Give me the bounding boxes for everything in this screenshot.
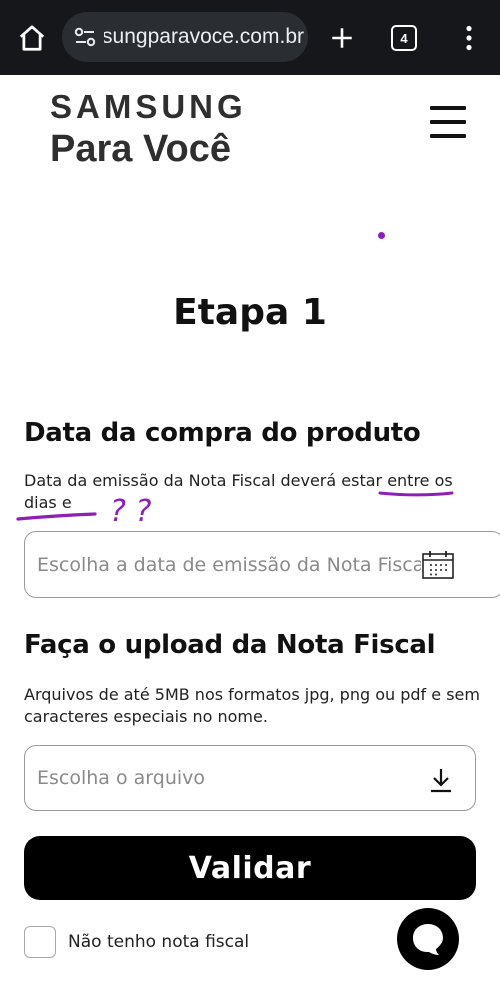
more-vert-icon[interactable] xyxy=(455,20,483,56)
url-text[interactable]: sungparavoce.com.br xyxy=(104,25,304,49)
calendar-icon[interactable] xyxy=(421,550,455,580)
file-placeholder: Escolha o arquivo xyxy=(37,767,206,789)
file-upload-field[interactable]: Escolha o arquivo xyxy=(24,745,476,811)
page-title: Etapa 1 xyxy=(173,292,327,333)
home-icon[interactable] xyxy=(14,20,50,56)
browser-toolbar: sungparavoce.com.br 4 xyxy=(0,0,500,75)
date-placeholder: Escolha a data de emissão da Nota Fiscal xyxy=(37,553,421,576)
section-heading-purchase-date: Data da compra do produto xyxy=(24,418,421,448)
address-bar[interactable]: sungparavoce.com.br xyxy=(62,12,308,62)
chat-icon[interactable] xyxy=(397,908,459,970)
plus-icon[interactable] xyxy=(324,20,360,56)
tab-count: 4 xyxy=(391,25,417,51)
samsung-logo[interactable]: SAMSUNG xyxy=(50,88,247,126)
date-picker-field[interactable]: Escolha a data de emissão da Nota Fiscal xyxy=(24,531,500,598)
tabs-icon[interactable]: 4 xyxy=(388,22,420,54)
section-description-purchase-date: Data da emissão da Nota Fiscal deverá es… xyxy=(24,471,453,512)
section-description-upload: Arquivos de até 5MB nos formatos jpg, pn… xyxy=(24,685,480,726)
para-voce-logo[interactable]: Para Você xyxy=(50,128,231,171)
menu-icon[interactable] xyxy=(430,106,466,138)
no-invoice-checkbox[interactable] xyxy=(24,926,56,958)
section-heading-upload: Faça o upload da Nota Fiscal xyxy=(24,630,436,660)
download-icon[interactable] xyxy=(427,766,455,794)
annotation-dot xyxy=(378,232,385,239)
no-invoice-label[interactable]: Não tenho nota fiscal xyxy=(68,932,249,952)
site-settings-icon[interactable] xyxy=(72,24,98,50)
validate-button[interactable]: Validar xyxy=(24,836,476,900)
